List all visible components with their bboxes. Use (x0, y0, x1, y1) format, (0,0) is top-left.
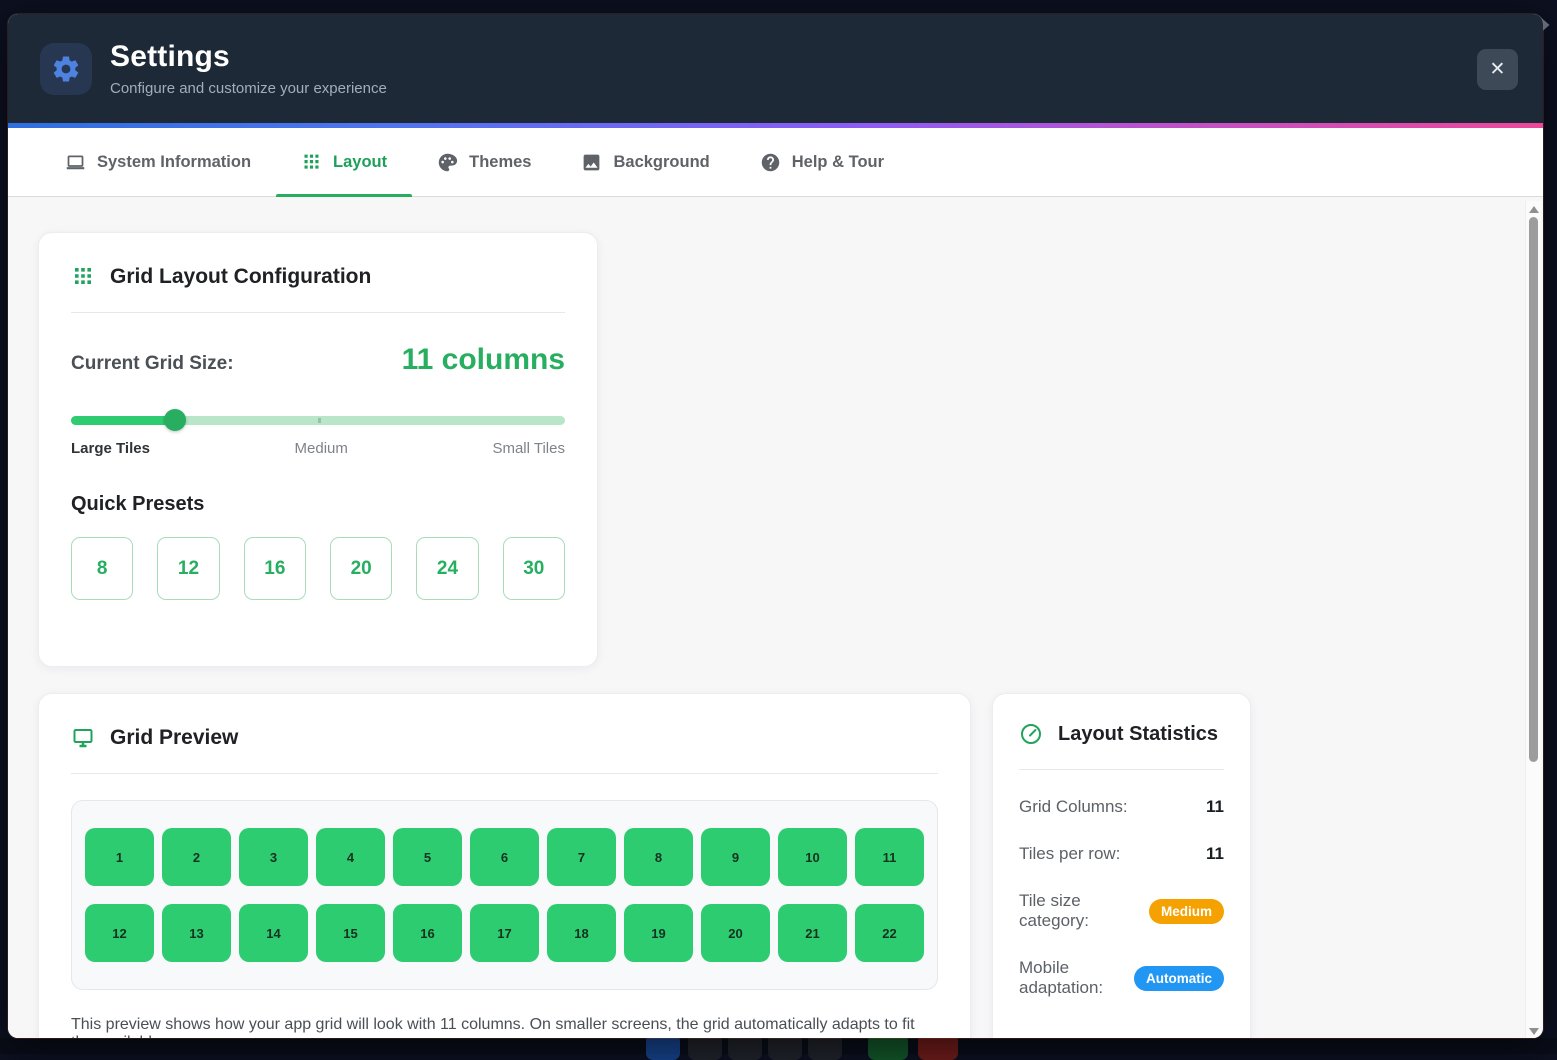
stat-label: Mobile adaptation: (1019, 958, 1134, 998)
slider-thumb[interactable] (164, 409, 186, 431)
tab-layout[interactable]: Layout (276, 128, 412, 196)
divider (1019, 769, 1224, 770)
slider-midpoint-tick (318, 418, 321, 423)
preset-button-20[interactable]: 20 (330, 537, 392, 600)
tab-label: Background (613, 153, 709, 172)
close-icon: ✕ (1490, 58, 1506, 81)
preset-button-30[interactable]: 30 (503, 537, 565, 600)
divider (71, 773, 938, 774)
tile-grid: 1 2 3 4 5 6 7 8 9 10 11 12 13 14 15 16 1 (85, 828, 924, 962)
modal-header: Settings Configure and customize your ex… (8, 14, 1543, 123)
card-title: Layout Statistics (1058, 723, 1218, 746)
desktop-taskbar (0, 1038, 1557, 1054)
tab-help-tour[interactable]: Help & Tour (735, 128, 909, 196)
image-icon (581, 152, 602, 173)
grid-tile: 8 (624, 828, 693, 886)
grid-tile: 4 (316, 828, 385, 886)
tab-label: Themes (469, 153, 531, 172)
scroll-down-arrow-icon[interactable] (1529, 1028, 1539, 1035)
medium-badge: Medium (1149, 899, 1224, 924)
modal-subtitle: Configure and customize your experience (110, 80, 387, 97)
settings-gear-badge (40, 43, 92, 95)
preset-button-8[interactable]: 8 (71, 537, 133, 600)
grid-tile: 7 (547, 828, 616, 886)
grid-tile: 11 (855, 828, 924, 886)
grid-tile: 16 (393, 904, 462, 962)
current-grid-size-label: Current Grid Size: (71, 353, 234, 375)
grid-tile: 13 (162, 904, 231, 962)
automatic-badge: Automatic (1134, 966, 1224, 991)
quick-presets-title: Quick Presets (71, 493, 565, 516)
layout-statistics-card: Layout Statistics Grid Columns: 11 Tiles… (992, 693, 1251, 1038)
grid-icon (71, 265, 95, 289)
grid-preview-box: 1 2 3 4 5 6 7 8 9 10 11 12 13 14 15 16 1 (71, 800, 938, 990)
grid-tile: 15 (316, 904, 385, 962)
grid-tile: 18 (547, 904, 616, 962)
modal-title: Settings (110, 40, 387, 74)
grid-tile: 3 (239, 828, 308, 886)
laptop-icon (65, 152, 86, 173)
preset-row: 8 12 16 20 24 30 (71, 537, 565, 600)
grid-tile: 14 (239, 904, 308, 962)
stat-row-tiles-per-row: Tiles per row: 11 (1019, 844, 1224, 864)
preset-button-16[interactable]: 16 (244, 537, 306, 600)
vertical-scrollbar[interactable] (1525, 201, 1541, 1038)
grid-tile: 9 (701, 828, 770, 886)
card-title: Grid Layout Configuration (110, 265, 371, 289)
grid-tile: 1 (85, 828, 154, 886)
grid-tile: 19 (624, 904, 693, 962)
slider-min-label: Large Tiles (71, 440, 150, 457)
tab-label: System Information (97, 153, 251, 172)
grid-layout-configuration-card: Grid Layout Configuration Current Grid S… (38, 232, 598, 667)
stat-row-grid-columns: Grid Columns: 11 (1019, 797, 1224, 817)
stat-row-mobile-adaptation: Mobile adaptation: Automatic (1019, 958, 1224, 998)
grid-tile: 6 (470, 828, 539, 886)
gear-icon (51, 54, 81, 84)
grid-tile: 10 (778, 828, 847, 886)
slider-mid-label: Medium (295, 440, 348, 457)
slider-max-label: Small Tiles (492, 440, 565, 457)
gauge-icon (1019, 722, 1043, 746)
tab-label: Layout (333, 153, 387, 172)
monitor-icon (71, 726, 95, 750)
scrollbar-thumb[interactable] (1529, 217, 1538, 762)
preset-button-24[interactable]: 24 (416, 537, 478, 600)
close-button[interactable]: ✕ (1477, 49, 1518, 90)
grid-tile: 17 (470, 904, 539, 962)
grid-preview-card: Grid Preview 1 2 3 4 5 6 7 8 9 10 11 12 (38, 693, 971, 1038)
tab-label: Help & Tour (792, 153, 884, 172)
slider-fill (71, 416, 175, 425)
settings-content: Grid Layout Configuration Current Grid S… (8, 197, 1543, 1038)
card-title: Grid Preview (110, 726, 238, 750)
divider (71, 312, 565, 313)
grid-tile: 2 (162, 828, 231, 886)
grid-tile: 22 (855, 904, 924, 962)
stat-value: 11 (1206, 797, 1224, 817)
grid-tile: 12 (85, 904, 154, 962)
preview-caption: This preview shows how your app grid wil… (71, 1016, 938, 1038)
preset-button-12[interactable]: 12 (157, 537, 219, 600)
stat-label: Tile size category: (1019, 891, 1149, 931)
grid-size-slider[interactable] (71, 409, 565, 431)
stat-row-tile-size-category: Tile size category: Medium (1019, 891, 1224, 931)
help-circle-icon (760, 152, 781, 173)
palette-icon (437, 152, 458, 173)
stat-label: Grid Columns: (1019, 797, 1128, 817)
grid-tile: 20 (701, 904, 770, 962)
stat-value: 11 (1206, 844, 1224, 864)
settings-modal: Settings Configure and customize your ex… (8, 14, 1543, 1038)
current-grid-size-value: 11 columns (402, 343, 565, 377)
tab-bar: System Information Layout Themes Backgro… (8, 128, 1543, 197)
stat-label: Tiles per row: (1019, 844, 1120, 864)
scroll-up-arrow-icon[interactable] (1529, 206, 1539, 213)
tab-themes[interactable]: Themes (412, 128, 556, 196)
grid-tile: 5 (393, 828, 462, 886)
tab-background[interactable]: Background (556, 128, 734, 196)
grid-icon (301, 152, 322, 173)
grid-tile: 21 (778, 904, 847, 962)
tab-system-information[interactable]: System Information (40, 128, 276, 196)
